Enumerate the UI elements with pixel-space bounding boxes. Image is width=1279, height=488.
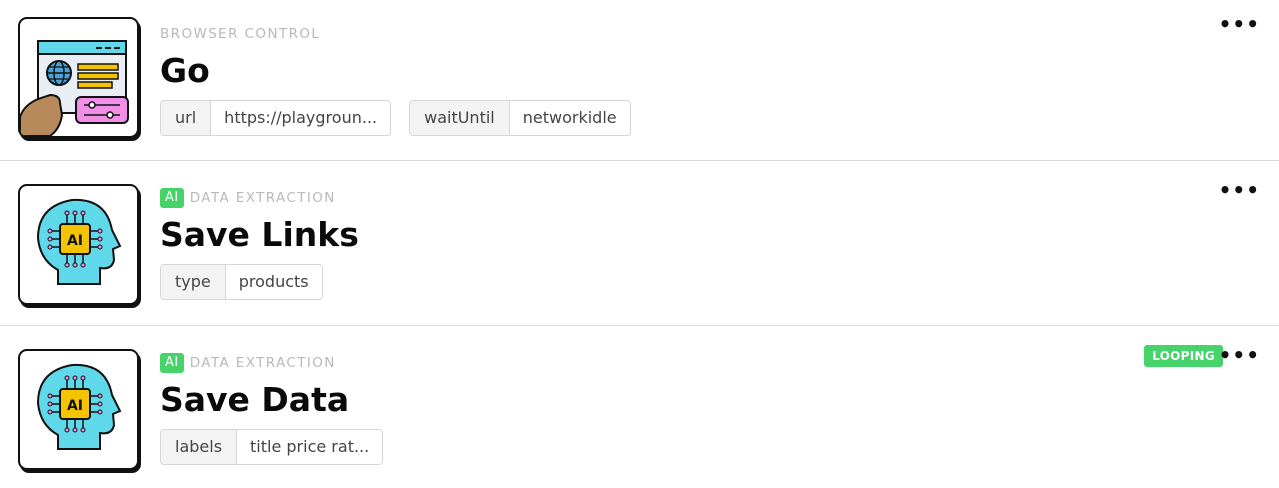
param-key: waitUntil	[410, 101, 510, 135]
category-row: AI DATA EXTRACTION	[160, 188, 359, 208]
category-row: AI DATA EXTRACTION	[160, 353, 401, 373]
param-value: title price rat...	[237, 430, 383, 464]
more-options-icon[interactable]: •••	[1219, 345, 1260, 365]
step-card-save-data[interactable]: AI AI DATA EXTRACTION Save Data labels t…	[0, 325, 1279, 488]
param-value: networkidle	[509, 101, 630, 135]
step-content: AI DATA EXTRACTION Save Data labels titl…	[160, 353, 401, 465]
param-list: url https://playgroun... waitUntil netwo…	[160, 100, 649, 136]
step-content: BROWSER CONTROL Go url https://playgroun…	[160, 24, 649, 136]
param-list: type products	[160, 264, 359, 300]
category-label: DATA EXTRACTION	[189, 355, 336, 371]
more-options-icon[interactable]: •••	[1219, 14, 1260, 34]
category-row: BROWSER CONTROL	[160, 24, 649, 44]
step-card-save-links[interactable]: AI AI DATA EXTRACTION Save Links type pr…	[0, 160, 1279, 326]
ai-head-icon: AI	[18, 349, 139, 470]
ai-badge: AI	[160, 353, 184, 373]
ai-head-icon: AI	[18, 184, 139, 305]
param-key: url	[161, 101, 212, 135]
param-value: https://playgroun...	[211, 101, 391, 135]
param-list: labels title price rat...	[160, 429, 401, 465]
step-content: AI DATA EXTRACTION Save Links type produ…	[160, 188, 359, 300]
looping-status-badge: LOOPING	[1144, 345, 1223, 367]
category-label: DATA EXTRACTION	[189, 190, 336, 206]
param-key: type	[161, 265, 226, 299]
param-value: products	[225, 265, 322, 299]
ai-badge: AI	[160, 188, 184, 208]
more-options-icon[interactable]: •••	[1219, 180, 1260, 200]
svg-text:AI: AI	[67, 398, 83, 414]
param-url[interactable]: url https://playgroun...	[160, 100, 392, 136]
category-label: BROWSER CONTROL	[160, 26, 321, 42]
step-title: Go	[160, 51, 210, 90]
step-title: Save Data	[160, 380, 350, 419]
svg-text:AI: AI	[67, 233, 83, 249]
param-wait-until[interactable]: waitUntil networkidle	[409, 100, 631, 136]
browser-window-icon	[18, 17, 139, 138]
step-card-go[interactable]: BROWSER CONTROL Go url https://playgroun…	[0, 0, 1279, 166]
param-labels[interactable]: labels title price rat...	[160, 429, 384, 465]
param-key: labels	[161, 430, 238, 464]
step-title: Save Links	[160, 215, 359, 254]
param-type[interactable]: type products	[160, 264, 323, 300]
